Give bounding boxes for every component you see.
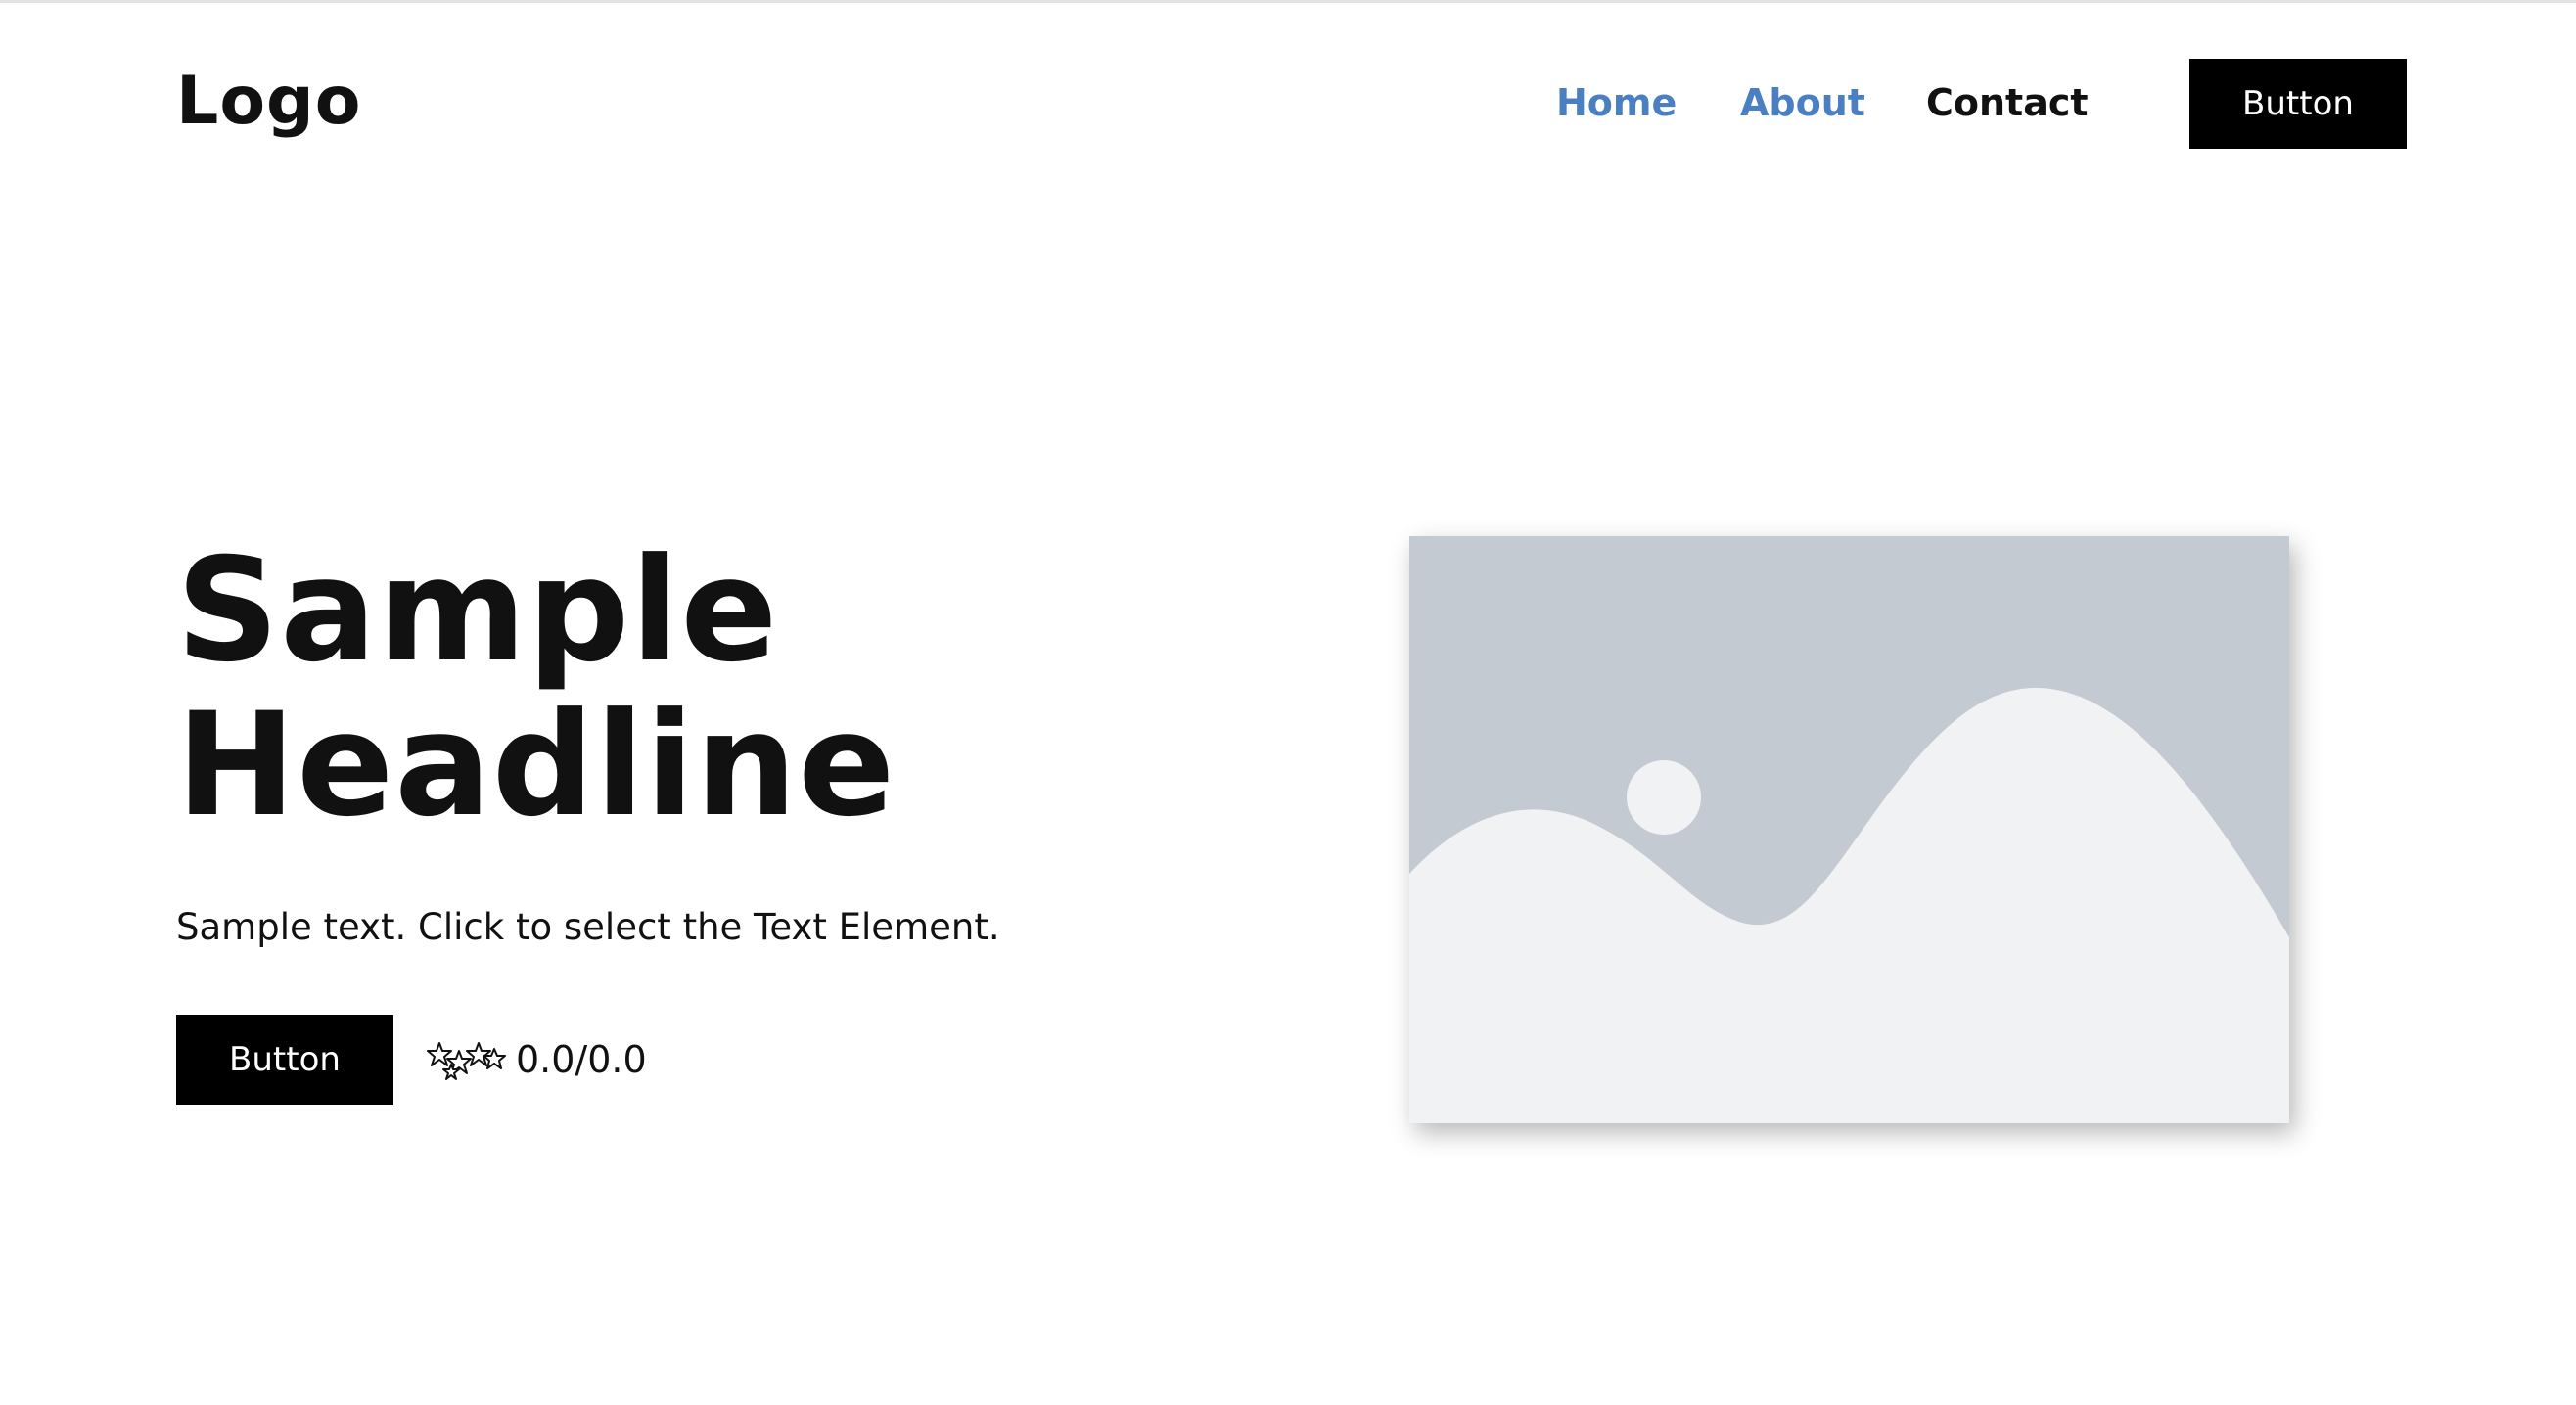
top-divider	[0, 0, 2576, 3]
headline-line-2: Headline	[176, 682, 897, 848]
nav-link-about[interactable]: About	[1740, 76, 1865, 129]
page: Logo Home About Contact Button Sample He…	[0, 0, 2576, 1405]
hero-subtext: Sample text. Click to select the Text El…	[176, 906, 1000, 948]
headline-line-1: Sample	[176, 527, 779, 694]
nav-link-contact[interactable]: Contact	[1926, 76, 2089, 129]
logo[interactable]: Logo	[176, 59, 361, 145]
stars-icon	[427, 1042, 506, 1080]
image-placeholder-icon	[1409, 536, 2289, 1123]
header-button[interactable]: Button	[2189, 59, 2407, 149]
hero-button[interactable]: Button	[176, 1015, 393, 1105]
hero-headline: Sample Headline	[176, 533, 1155, 842]
rating-widget[interactable]: 0.0/0.0	[426, 1032, 647, 1087]
nav-link-home[interactable]: Home	[1556, 76, 1677, 129]
rating-value: 0.0/0.0	[516, 1038, 647, 1081]
image-placeholder[interactable]	[1409, 536, 2289, 1123]
